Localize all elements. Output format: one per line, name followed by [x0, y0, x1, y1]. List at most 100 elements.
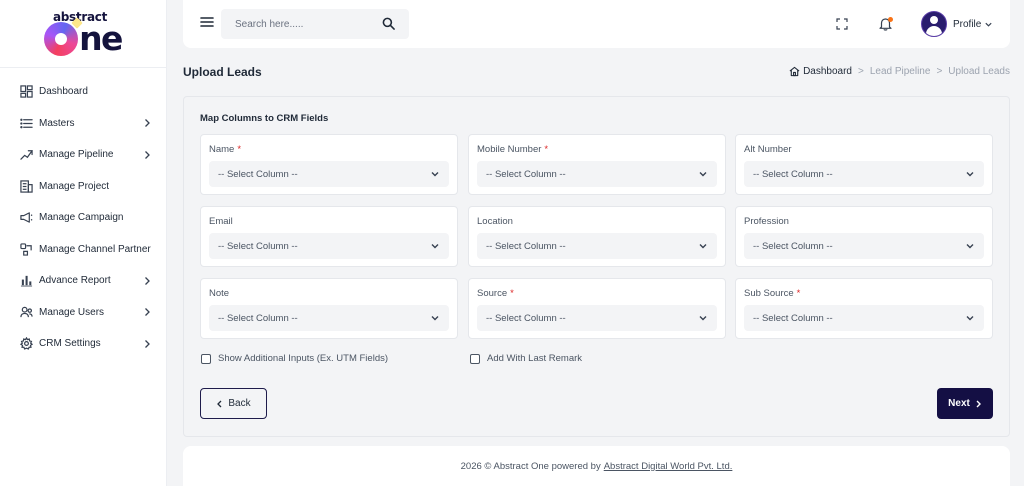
- sidebar-item-manage-channel-partner[interactable]: Manage Channel Partner: [0, 234, 166, 266]
- alt-number-column-select[interactable]: -- Select Column --: [744, 161, 984, 187]
- field-label: Source *: [477, 288, 514, 299]
- chevron-right-icon: [145, 308, 150, 317]
- chevron-down-icon: [985, 22, 992, 27]
- sidebar-nav: Dashboard Masters Manage Pipeline Manage…: [0, 76, 166, 360]
- field-label: Name *: [209, 144, 242, 155]
- profession-column-select[interactable]: -- Select Column --: [744, 233, 984, 259]
- sidebar-item-label: CRM Settings: [39, 338, 101, 350]
- pipeline-icon: [20, 148, 33, 161]
- chevron-down-icon: [699, 172, 707, 177]
- handshake-icon: [20, 243, 33, 256]
- sidebar-item-label: Manage Channel Partner: [39, 243, 151, 255]
- field-note: Note -- Select Column --: [200, 278, 458, 339]
- field-sub-source: Sub Source * -- Select Column --: [735, 278, 993, 339]
- back-button[interactable]: Back: [200, 388, 267, 419]
- checkbox[interactable]: [201, 353, 211, 364]
- profile-label: Profile: [953, 18, 982, 30]
- notification-badge: [888, 17, 893, 22]
- chevron-right-icon: [145, 119, 150, 128]
- sidebar-item-label: Manage Pipeline: [39, 149, 114, 161]
- bar-chart-icon: [20, 274, 33, 287]
- breadcrumb-lead-pipeline-link[interactable]: Lead Pipeline: [870, 66, 931, 77]
- footer: 2026 © Abstract One powered by Abstract …: [183, 446, 1010, 486]
- sidebar-item-manage-users[interactable]: Manage Users: [0, 297, 166, 329]
- back-button-label: Back: [228, 398, 251, 409]
- add-with-last-remark-checkbox[interactable]: Add With Last Remark: [470, 353, 582, 364]
- checkbox-label: Add With Last Remark: [487, 353, 583, 364]
- chevron-down-icon: [431, 172, 439, 177]
- sidebar-item-advance-report[interactable]: Advance Report: [0, 265, 166, 297]
- next-button-label: Next: [948, 398, 970, 409]
- field-source: Source * -- Select Column --: [468, 278, 726, 339]
- megaphone-icon: [20, 211, 33, 224]
- building-icon: [20, 180, 33, 193]
- map-columns-card: Map Columns to CRM Fields Name * -- Selec…: [183, 96, 1010, 437]
- page-title: Upload Leads: [183, 65, 262, 79]
- field-mobile-number: Mobile Number * -- Select Column --: [468, 134, 726, 195]
- sidebar-item-label: Dashboard: [39, 86, 88, 98]
- hamburger-menu-icon[interactable]: [200, 15, 214, 29]
- brand-logo[interactable]: abstract ne: [0, 0, 166, 68]
- search-input[interactable]: [221, 9, 371, 39]
- sidebar-item-label: Manage Users: [39, 306, 105, 318]
- brand-o-icon: [44, 17, 83, 56]
- sidebar-item-dashboard[interactable]: Dashboard: [0, 76, 166, 108]
- required-mark: *: [237, 144, 242, 155]
- field-location: Location -- Select Column --: [468, 206, 726, 267]
- required-mark: *: [796, 288, 801, 299]
- fullscreen-icon[interactable]: [836, 18, 848, 30]
- sidebar: abstract ne Dashboard Masters Manage Pip…: [0, 0, 167, 486]
- sidebar-item-manage-campaign[interactable]: Manage Campaign: [0, 202, 166, 234]
- show-additional-inputs-checkbox[interactable]: Show Additional Inputs (Ex. UTM Fields): [201, 353, 388, 364]
- sidebar-item-masters[interactable]: Masters: [0, 108, 166, 140]
- breadcrumb-current: Upload Leads: [948, 66, 1010, 77]
- field-label: Profession: [744, 216, 789, 227]
- sidebar-item-label: Manage Project: [39, 180, 110, 192]
- chevron-down-icon: [966, 244, 974, 249]
- card-title: Map Columns to CRM Fields: [200, 113, 329, 124]
- field-label: Sub Source *: [744, 288, 801, 299]
- footer-text: 2026 © Abstract One powered by: [460, 460, 601, 472]
- avatar: [921, 11, 947, 37]
- field-email: Email -- Select Column --: [200, 206, 458, 267]
- chevron-right-icon: [145, 339, 150, 348]
- chevron-down-icon: [966, 172, 974, 177]
- note-column-select[interactable]: -- Select Column --: [209, 305, 449, 331]
- sub-source-column-select[interactable]: -- Select Column --: [744, 305, 984, 331]
- location-column-select[interactable]: -- Select Column --: [477, 233, 717, 259]
- dashboard-icon: [20, 85, 33, 98]
- list-icon: [20, 117, 33, 130]
- chevron-down-icon: [431, 316, 439, 321]
- email-column-select[interactable]: -- Select Column --: [209, 233, 449, 259]
- gear-icon: [20, 337, 33, 351]
- profile-menu[interactable]: Profile: [921, 11, 993, 37]
- required-mark: *: [510, 288, 514, 299]
- sidebar-item-manage-project[interactable]: Manage Project: [0, 171, 166, 203]
- field-label: Alt Number: [744, 144, 792, 155]
- sidebar-item-label: Advance Report: [39, 275, 111, 287]
- field-label: Email: [209, 216, 233, 227]
- sidebar-item-crm-settings[interactable]: CRM Settings: [0, 328, 166, 360]
- breadcrumb: Dashboard > Lead Pipeline > Upload Leads: [789, 66, 1010, 77]
- footer-company-link[interactable]: Abstract Digital World Pvt. Ltd.: [604, 461, 733, 472]
- mobile-number-column-select[interactable]: -- Select Column --: [477, 161, 717, 187]
- topbar: Profile: [183, 0, 1010, 48]
- sidebar-item-label: Manage Campaign: [39, 212, 124, 224]
- brand-logo-text: ne: [79, 19, 123, 58]
- checkbox-label: Show Additional Inputs (Ex. UTM Fields): [218, 353, 389, 364]
- chevron-down-icon: [966, 316, 974, 321]
- search-box: [221, 9, 409, 39]
- field-profession: Profession -- Select Column --: [735, 206, 993, 267]
- source-column-select[interactable]: -- Select Column --: [477, 305, 717, 331]
- breadcrumb-home-link[interactable]: Dashboard: [803, 66, 852, 77]
- sidebar-item-manage-pipeline[interactable]: Manage Pipeline: [0, 139, 166, 171]
- home-icon: [789, 66, 800, 77]
- chevron-down-icon: [699, 316, 707, 321]
- field-label: Mobile Number *: [477, 144, 549, 155]
- search-icon[interactable]: [382, 17, 395, 30]
- checkbox[interactable]: [470, 353, 480, 364]
- next-button[interactable]: Next: [937, 388, 993, 419]
- name-column-select[interactable]: -- Select Column --: [209, 161, 449, 187]
- required-mark: *: [544, 144, 549, 155]
- chevron-down-icon: [699, 244, 707, 249]
